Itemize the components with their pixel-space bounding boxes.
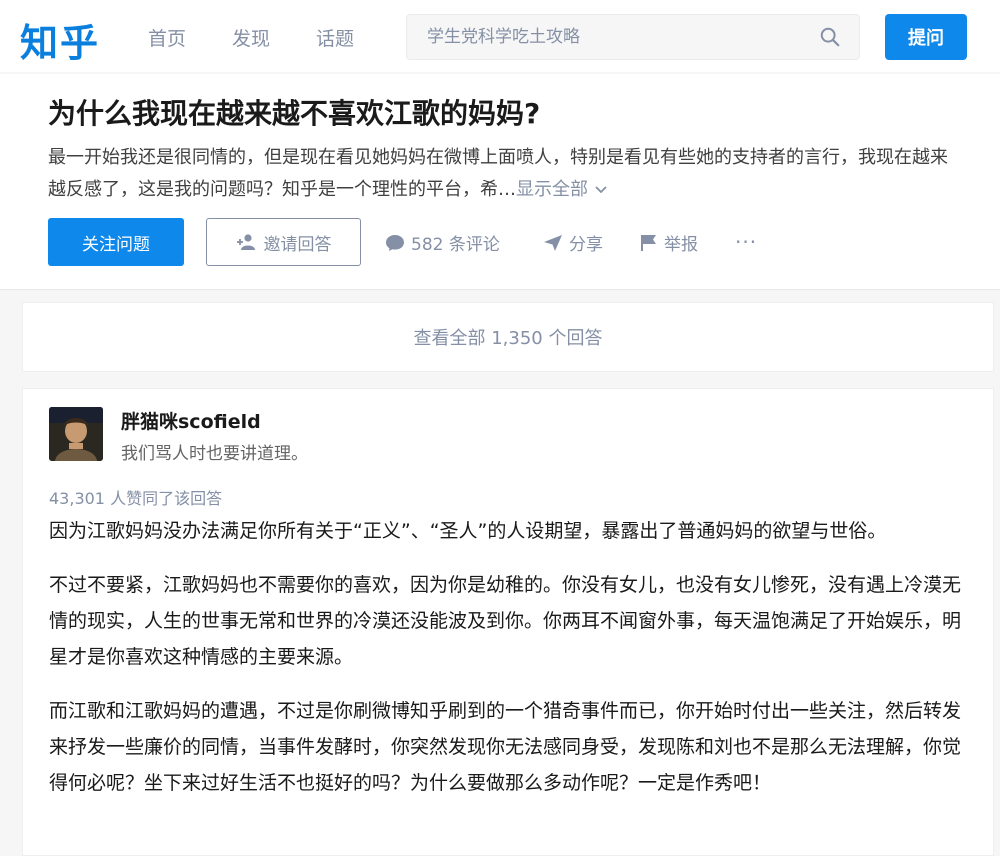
question-header: 为什么我现在越来越不喜欢江歌的妈妈? 最一开始我还是很同情的，但是现在看见她妈妈… bbox=[0, 74, 1000, 290]
author-headline: 我们骂人时也要讲道理。 bbox=[121, 444, 308, 464]
more-options-button[interactable]: ··· bbox=[735, 230, 757, 254]
ask-question-button[interactable]: 提问 bbox=[885, 14, 967, 60]
add-user-icon bbox=[236, 234, 255, 250]
question-detail: 最一开始我还是很同情的，但是现在看见她妈妈在微博上面喷人，特别是看见有些她的支持… bbox=[48, 142, 948, 206]
answer-card: 胖猫咪scofield 我们骂人时也要讲道理。 43,301 人赞同了该回答 因… bbox=[22, 388, 994, 856]
answer-content: 因为江歌妈妈没办法满足你所有关于“正义”、“圣人”的人设期望，暴露出了普通妈妈的… bbox=[49, 513, 969, 819]
report-button[interactable]: 举报 bbox=[640, 230, 698, 255]
search-box bbox=[406, 14, 860, 60]
search-icon[interactable] bbox=[819, 26, 841, 48]
nav-discover[interactable]: 发现 bbox=[232, 24, 270, 51]
question-title: 为什么我现在越来越不喜欢江歌的妈妈? bbox=[48, 97, 541, 130]
author-name[interactable]: 胖猫咪scofield bbox=[121, 407, 261, 434]
follow-question-button[interactable]: 关注问题 bbox=[48, 218, 184, 266]
search-input[interactable] bbox=[427, 15, 817, 59]
vote-count: 43,301 人赞同了该回答 bbox=[49, 489, 223, 508]
answer-paragraph: 因为江歌妈妈没办法满足你所有关于“正义”、“圣人”的人设期望，暴露出了普通妈妈的… bbox=[49, 520, 887, 542]
report-label: 举报 bbox=[664, 235, 698, 255]
answer-paragraph: 不过不要紧，江歌妈妈也不需要你的喜欢，因为你是幼稚的。你没有女儿，也没有女儿惨死… bbox=[49, 574, 962, 668]
show-all-link[interactable]: 显示全部 bbox=[516, 179, 608, 200]
comment-icon bbox=[386, 234, 404, 251]
invite-answer-label: 邀请回答 bbox=[263, 234, 332, 255]
avatar-image bbox=[49, 407, 103, 461]
author-avatar[interactable] bbox=[49, 407, 103, 461]
share-label: 分享 bbox=[569, 235, 603, 255]
share-icon bbox=[544, 234, 562, 251]
share-button[interactable]: 分享 bbox=[543, 230, 603, 255]
show-all-label: 显示全部 bbox=[516, 179, 588, 200]
comments-label: 582 条评论 bbox=[411, 235, 500, 255]
view-all-answers-button[interactable]: 查看全部 1,350 个回答 bbox=[22, 302, 994, 372]
question-detail-text: 最一开始我还是很同情的，但是现在看见她妈妈在微博上面喷人，特别是看见有些她的支持… bbox=[48, 147, 948, 200]
nav-topics[interactable]: 话题 bbox=[316, 24, 354, 51]
invite-answer-button[interactable]: 邀请回答 bbox=[206, 218, 361, 266]
chevron-down-icon bbox=[595, 186, 607, 194]
zhihu-logo[interactable]: 知乎 bbox=[20, 12, 100, 67]
more-dots-icon: ··· bbox=[735, 230, 758, 254]
comments-button[interactable]: 582 条评论 bbox=[385, 230, 500, 255]
answer-paragraph: 而江歌和江歌妈妈的遭遇，不过是你刷微博知乎刷到的一个猎奇事件而已，你开始时付出一… bbox=[49, 700, 962, 794]
top-navigation-bar: 知乎 首页 发现 话题 提问 bbox=[0, 0, 1000, 72]
flag-icon bbox=[641, 234, 656, 251]
nav-home[interactable]: 首页 bbox=[148, 24, 186, 51]
